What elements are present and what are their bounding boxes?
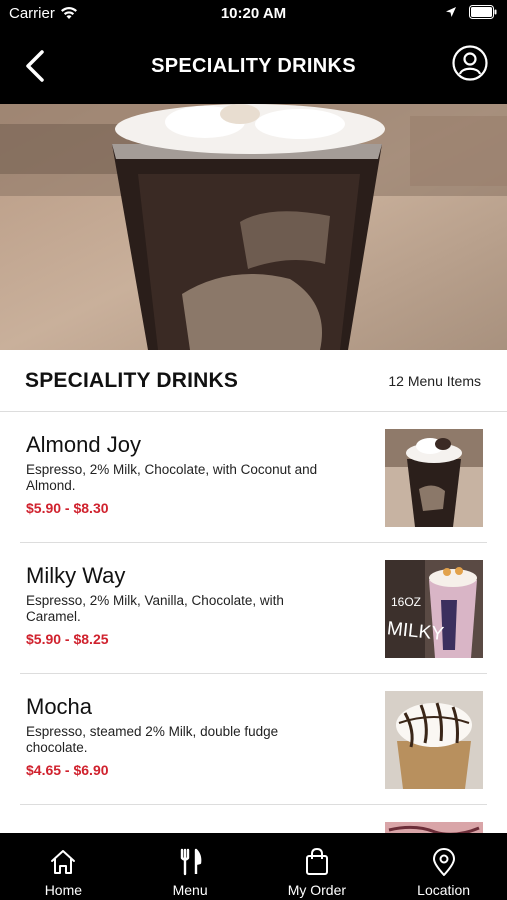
tab-my-order[interactable]: My Order — [254, 833, 381, 900]
hero-image — [0, 104, 507, 350]
tab-label: My Order — [287, 882, 347, 898]
item-price: $5.90 - $8.25 — [26, 631, 109, 647]
item-name: Milky Way — [26, 563, 126, 588]
profile-button[interactable] — [451, 44, 489, 82]
menu-content: SPECIALITY DRINKS 12 Menu Items Almond J… — [0, 350, 507, 833]
item-description: Espresso, 2% Milk, Chocolate, with Cocon… — [26, 462, 318, 493]
fork-knife-icon — [180, 848, 202, 876]
section-header: SPECIALITY DRINKS 12 Menu Items — [0, 350, 507, 412]
item-thumbnail — [385, 822, 483, 833]
menu-item-partial[interactable] — [20, 805, 487, 833]
tab-label: Location — [417, 882, 471, 898]
item-name: Almond Joy — [26, 432, 141, 457]
status-icons — [445, 5, 497, 19]
item-description: Espresso, steamed 2% Milk, double fudge … — [26, 724, 279, 755]
tab-menu[interactable]: Menu — [127, 833, 254, 900]
location-arrow-icon — [446, 7, 456, 17]
tab-bar: Home Menu My Order Location — [0, 833, 507, 900]
status-bar: Carrier 10:20 AM — [0, 0, 507, 28]
tab-home[interactable]: Home — [0, 833, 127, 900]
menu-item-count: 12 Menu Items — [388, 373, 481, 389]
item-thumbnail: 16OZ MILKY — [385, 560, 483, 658]
tab-label: Home — [44, 882, 83, 898]
battery-icon — [469, 5, 497, 19]
menu-item-mocha[interactable]: Mocha Espresso, steamed 2% Milk, double … — [20, 674, 487, 805]
item-price: $4.65 - $6.90 — [26, 762, 109, 778]
menu-item-milky-way[interactable]: Milky Way Espresso, 2% Milk, Vanilla, Ch… — [20, 543, 487, 674]
status-time: 10:20 AM — [220, 5, 287, 22]
menu-list: Almond Joy Espresso, 2% Milk, Chocolate,… — [0, 412, 507, 833]
item-description: Espresso, 2% Milk, Vanilla, Chocolate, w… — [26, 593, 284, 624]
item-price: $5.90 - $8.30 — [26, 500, 109, 516]
item-thumbnail — [385, 429, 483, 527]
cup-size-text: 16OZ — [391, 595, 421, 609]
user-icon — [452, 45, 488, 81]
tab-label: Menu — [172, 882, 208, 898]
item-thumbnail — [385, 691, 483, 789]
page-title: SPECIALITY DRINKS — [151, 55, 356, 77]
section-title: SPECIALITY DRINKS — [25, 369, 239, 392]
shopping-bag-icon — [305, 847, 328, 875]
home-icon — [51, 850, 76, 874]
nav-bar: SPECIALITY DRINKS — [0, 28, 507, 104]
menu-item-almond-joy[interactable]: Almond Joy Espresso, 2% Milk, Chocolate,… — [20, 412, 487, 543]
tab-location[interactable]: Location — [380, 833, 507, 900]
location-pin-icon — [432, 848, 455, 876]
item-name: Mocha — [26, 694, 93, 719]
